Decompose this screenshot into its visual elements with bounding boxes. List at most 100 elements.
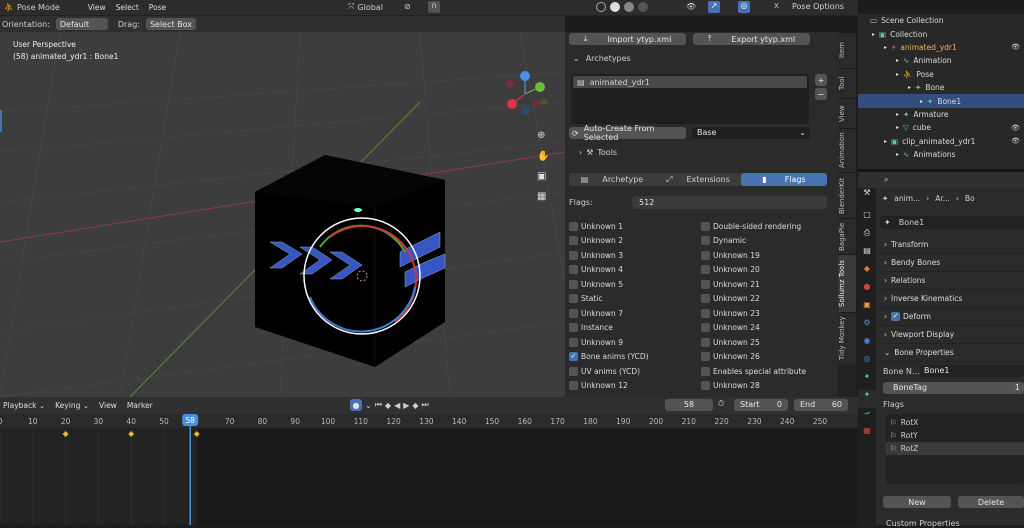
3d-viewport[interactable]: ⊕ ✋ ▣ ▦ User Perspective (58) animated_y… [0, 32, 565, 397]
outliner-item[interactable]: ▸ ▽ cube 👁 [858, 121, 1024, 134]
flag-checkbox-row[interactable]: Unknown 24 [701, 321, 829, 336]
flag-checkbox-row[interactable]: Unknown 26 [701, 350, 829, 365]
outliner-item[interactable]: ▸ ▣ clip_animated_ydr1 👁 [858, 135, 1024, 148]
checkbox-icon[interactable] [569, 294, 578, 304]
flags-value-field[interactable]: 512 [632, 196, 827, 209]
checkbox-icon[interactable] [701, 250, 710, 260]
property-section-header[interactable]: ⌄ Bone Properties [878, 344, 1024, 362]
checkbox-icon[interactable] [569, 250, 578, 260]
new-flag-button[interactable]: New [883, 496, 951, 508]
checkbox-checked-icon[interactable]: ✓ [569, 352, 578, 362]
menu-timeline-view[interactable]: View [99, 401, 117, 410]
flag-checkbox-row[interactable]: Dynamic [701, 234, 829, 249]
checkbox-icon[interactable] [569, 366, 578, 376]
checkbox-icon[interactable] [569, 236, 578, 246]
archetype-list[interactable]: ▤ animated_ydr1 [571, 74, 809, 124]
render-tab-icon[interactable]: ▢ [858, 210, 876, 228]
pose-options-dropdown[interactable]: Pose Options [792, 2, 844, 11]
flag-checkbox-row[interactable]: Unknown 3 [569, 248, 695, 263]
outliner-item[interactable]: ▸ ✦ Bone1 [858, 94, 1024, 108]
menu-select[interactable]: Select [116, 3, 139, 12]
menu-pose[interactable]: Pose [149, 3, 166, 12]
tab-flags[interactable]: ▮ Flags [741, 173, 827, 186]
flag-checkbox-row[interactable]: Unknown 4 [569, 263, 695, 278]
checkbox-icon[interactable] [701, 221, 710, 231]
next-keyframe-icon[interactable]: ◆ [412, 401, 418, 410]
tab-item[interactable]: Item [838, 32, 856, 68]
checkbox-icon[interactable] [701, 236, 710, 246]
play-icon[interactable]: ▶ [403, 401, 409, 410]
expand-chevron-icon[interactable]: ▸ [896, 71, 899, 78]
flag-checkbox-row[interactable]: Instance [569, 321, 695, 336]
toolbar-edge[interactable] [0, 110, 2, 132]
archetypes-header[interactable]: ⌄ Archetypes [573, 54, 631, 63]
menu-view[interactable]: View [88, 3, 106, 12]
particles-tab-icon[interactable]: ◉ [858, 336, 876, 354]
rendered-shading-icon[interactable] [638, 2, 648, 12]
outliner-item[interactable]: ▸ ⛹ Pose [858, 68, 1024, 81]
tab-sollumz-tools[interactable]: Sollumz Tools [838, 254, 856, 312]
tab-bagapie[interactable]: BagaPie [838, 218, 856, 254]
tab-animation[interactable]: Animation [838, 128, 856, 172]
base-dropdown[interactable]: Base ⌄ [692, 127, 810, 139]
bone-name-field[interactable]: ✦ Bone1 [880, 216, 1024, 229]
checkbox-icon[interactable] [701, 265, 710, 275]
bone-flags-list[interactable]: ⚐ RotX ⚐ RotY ⚐ RotZ [886, 414, 1024, 484]
import-ytyp-button[interactable]: ⤓ Import ytyp.xml [569, 33, 686, 45]
expand-chevron-icon[interactable]: ▸ [896, 124, 899, 131]
eye-toggle-icon[interactable]: 👁 [686, 2, 696, 11]
remove-archetype-button[interactable]: − [815, 88, 827, 100]
keying-chevron-icon[interactable]: ⌄ [365, 401, 372, 410]
modifier-tab-icon[interactable]: ⚙ [858, 318, 876, 336]
checkbox-icon[interactable] [569, 381, 578, 391]
flag-checkbox-row[interactable]: ✓ Bone anims (YCD) [569, 350, 695, 365]
checkbox-icon[interactable] [569, 323, 578, 333]
flag-checkbox-row[interactable]: Double-sided rendering [701, 219, 829, 234]
flag-checkbox-row[interactable]: Enables special attribute [701, 364, 829, 379]
checkbox-icon[interactable] [701, 366, 710, 376]
property-section-header[interactable]: › Relations [878, 272, 1024, 290]
flag-checkbox-row[interactable]: Unknown 9 [569, 335, 695, 350]
perspective-grid-icon[interactable]: ▦ [537, 191, 546, 202]
add-archetype-button[interactable]: + [815, 74, 827, 86]
checkbox-icon[interactable] [701, 308, 710, 318]
flag-checkbox-row[interactable]: Unknown 25 [701, 335, 829, 350]
object-tab-icon[interactable]: ▣ [858, 300, 876, 318]
view-layer-tab-icon[interactable]: ▤ [858, 246, 876, 264]
property-section-header[interactable]: › Inverse Kinematics [878, 290, 1024, 308]
solid-shading-icon[interactable] [610, 2, 620, 12]
flag-checkbox-row[interactable]: Unknown 23 [701, 306, 829, 321]
end-frame-field[interactable]: End 60 [794, 399, 848, 411]
auto-create-button[interactable]: ⟳ Auto-Create From Selected [569, 124, 686, 142]
visibility-eye-icon[interactable]: 👁 [1011, 137, 1020, 145]
property-section-header[interactable]: › Transform [878, 236, 1024, 254]
flag-checkbox-row[interactable]: Unknown 22 [701, 292, 829, 307]
tab-blenderkit[interactable]: BlenderKit [838, 172, 856, 218]
armature-data-tab-icon[interactable]: ✦ [858, 372, 876, 390]
checkbox-icon[interactable] [569, 265, 578, 275]
zoom-icon[interactable]: ⊕ [537, 130, 545, 141]
pivot-icon[interactable]: ⊘ [404, 2, 411, 11]
menu-keying[interactable]: Keying ⌄ [55, 401, 89, 410]
checkbox-icon[interactable] [701, 294, 710, 304]
bone-flag-item[interactable]: ⚐ RotZ [886, 442, 1024, 455]
expand-chevron-icon[interactable]: ▸ [896, 57, 899, 64]
world-tab-icon[interactable]: ● [858, 282, 876, 300]
tab-tidy-monkey[interactable]: Tidy Monkey [838, 312, 856, 364]
expand-chevron-icon[interactable]: ▸ [908, 84, 911, 91]
flag-checkbox-row[interactable]: Static [569, 292, 695, 307]
flag-checkbox-row[interactable]: Unknown 7 [569, 306, 695, 321]
tab-view[interactable]: View [838, 98, 856, 128]
outliner-item[interactable]: ▸ ✦ Bone [858, 81, 1024, 94]
expand-chevron-icon[interactable]: ▸ [884, 44, 887, 51]
gizmo-icon[interactable]: ↗ [708, 1, 720, 13]
flag-checkbox-row[interactable]: Unknown 1 [569, 219, 695, 234]
stopwatch-icon[interactable]: ⏱ [718, 399, 724, 409]
scene-collection-row[interactable]: ▭ Scene Collection [858, 14, 1024, 27]
overlay-icon[interactable]: ◎ [738, 1, 750, 13]
physics-tab-icon[interactable]: ◎ [858, 354, 876, 372]
mode-selector[interactable]: ⛹ Pose Mode [4, 3, 60, 12]
expand-chevron-icon[interactable]: ▸ [896, 151, 899, 158]
expand-chevron-icon[interactable]: ▸ [920, 98, 923, 105]
wireframe-shading-icon[interactable] [596, 2, 606, 12]
